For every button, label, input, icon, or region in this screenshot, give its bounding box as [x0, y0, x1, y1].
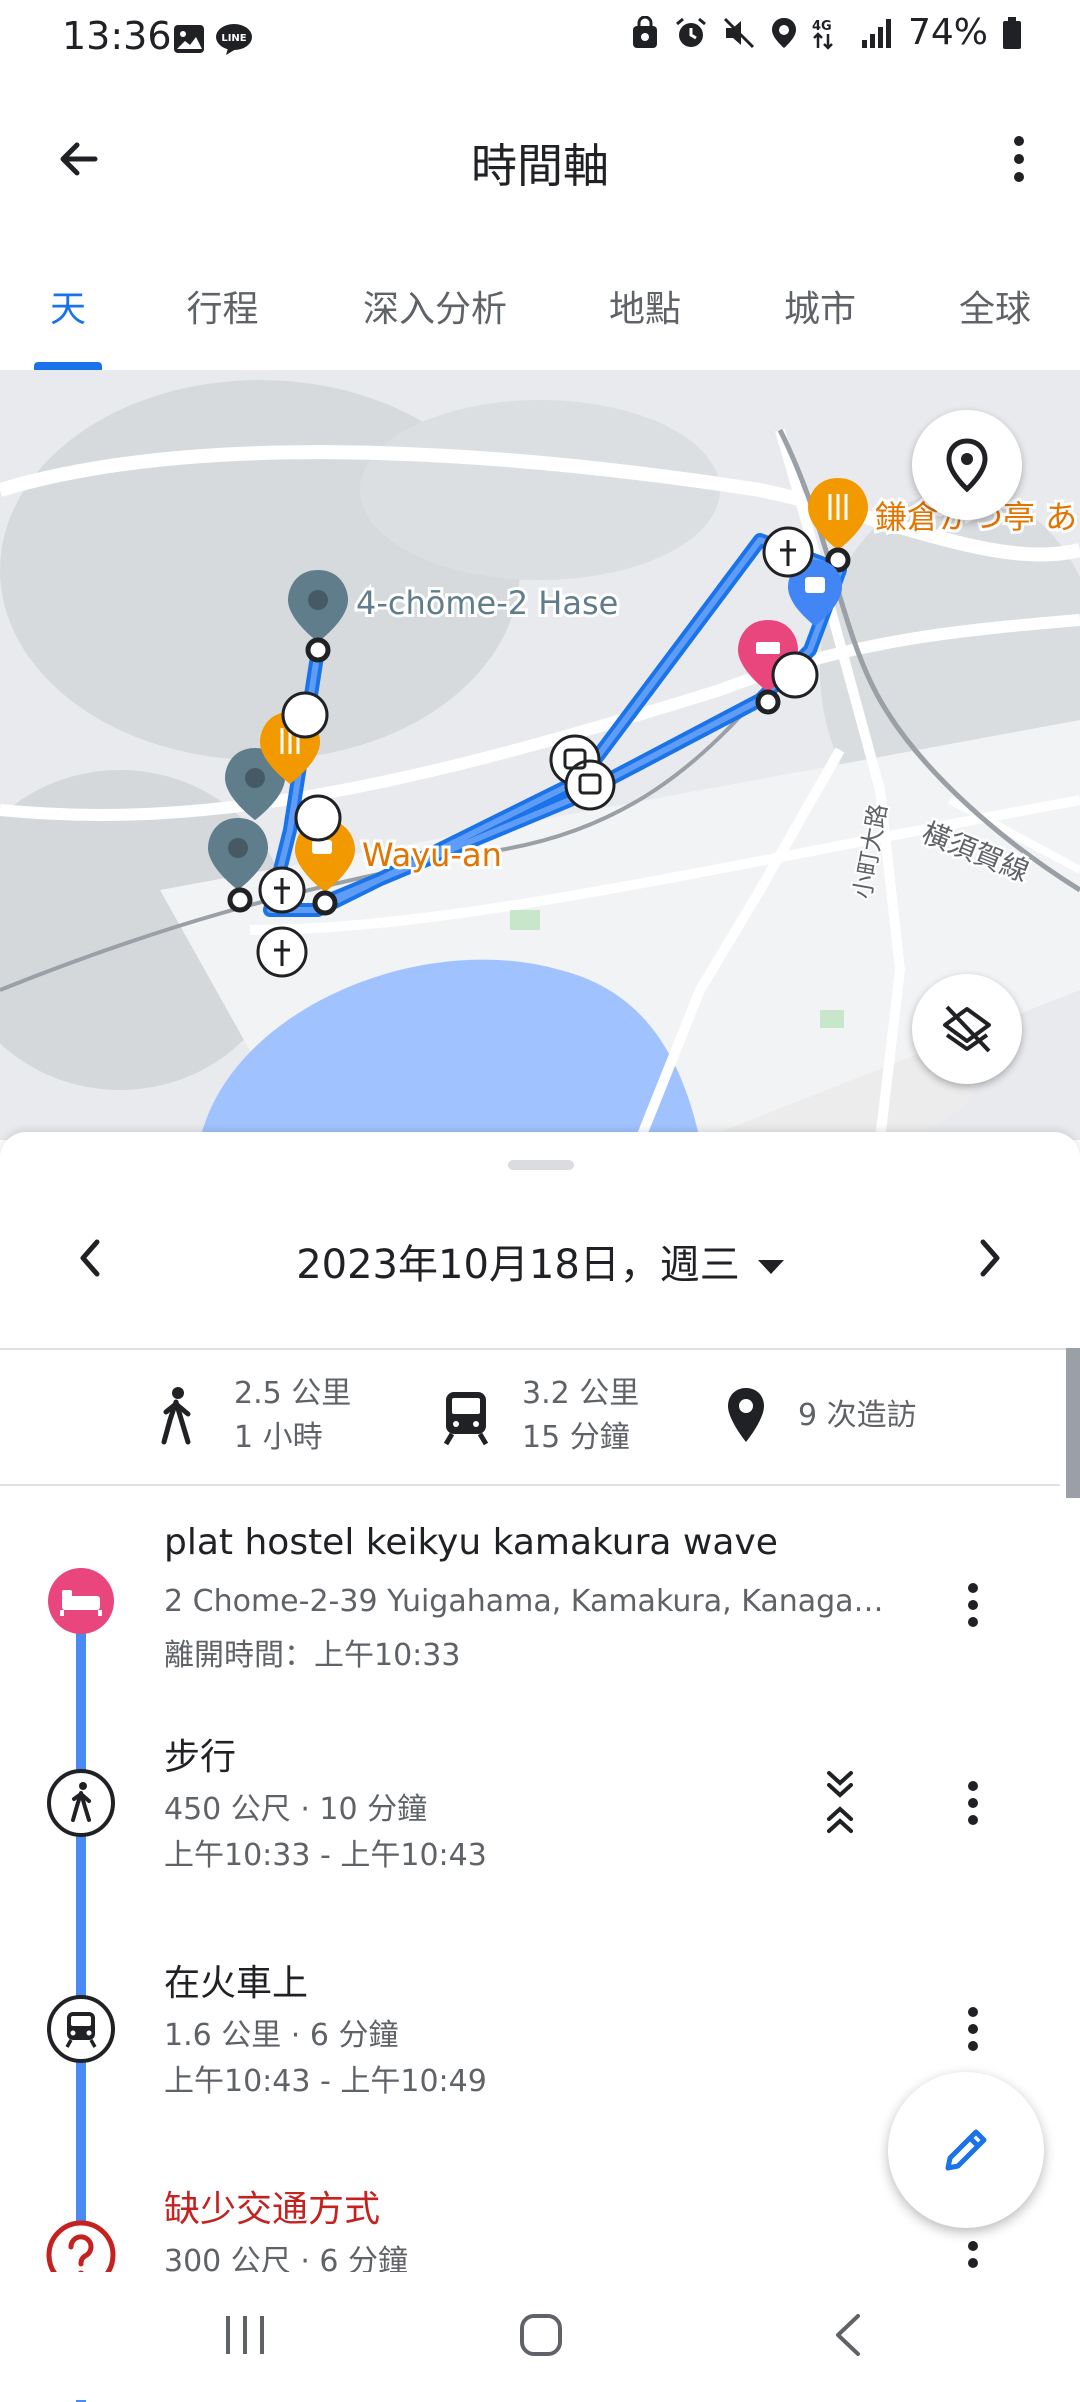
visit-count: 9 次造訪 [798, 1398, 917, 1433]
divider [0, 1484, 1060, 1486]
back-button[interactable] [44, 124, 114, 194]
app-bar: 時間軸 [0, 80, 1080, 230]
arrow-back-icon [60, 142, 98, 176]
battery-percent: 74% [907, 12, 988, 53]
map-label-wayuan: Wayu-an [362, 836, 502, 874]
next-day-button[interactable] [960, 1228, 1020, 1288]
recent-apps-icon[interactable] [222, 2312, 268, 2358]
divider [0, 1348, 1080, 1350]
item-time-range: 上午10:33 - 上午10:43 [164, 1838, 487, 1873]
mute-icon [723, 17, 755, 48]
date-selector[interactable]: 2023年10月18日，週三 [0, 1232, 1080, 1290]
item-distance-duration: 450 公尺 · 10 分鐘 [164, 1792, 428, 1827]
chevron-right-icon [980, 1239, 1000, 1277]
svg-text:4G: 4G [812, 19, 832, 34]
question-icon [46, 2220, 116, 2272]
more-options-button[interactable] [984, 124, 1054, 194]
battery-icon [1003, 16, 1021, 49]
page-title: 時間軸 [471, 139, 609, 193]
tab-world[interactable]: 全球 [945, 280, 1045, 332]
location-button[interactable] [912, 410, 1022, 520]
walk-time: 1 小時 [234, 1420, 323, 1455]
train-time: 15 分鐘 [522, 1420, 630, 1455]
hotel-icon [48, 1568, 114, 1634]
item-title: 缺少交通方式 [164, 2189, 381, 2230]
item-departure: 離開時間：上午10:33 [164, 1638, 461, 1673]
item-address: 2 Chome-2-39 Yuigahama, Kamakura, Kanaga… [164, 1584, 884, 1619]
layers-toggle-button[interactable] [912, 974, 1022, 1084]
date-text: 2023年10月18日，週三 [296, 1242, 740, 1288]
tab-places[interactable]: 地點 [595, 280, 695, 332]
status-right: 4G 74% [630, 12, 1022, 53]
dropdown-icon [757, 1260, 784, 1274]
expand-collapse-button[interactable] [812, 1764, 868, 1840]
more-vert-icon [968, 2241, 978, 2268]
unfold-icon [827, 1771, 853, 1833]
layers-off-icon [943, 1005, 991, 1053]
tab-cities[interactable]: 城市 [770, 280, 870, 332]
chevron-left-icon [80, 1239, 100, 1277]
home-icon[interactable] [518, 2312, 564, 2358]
item-more-button[interactable] [948, 1768, 998, 1838]
tab-insights[interactable]: 深入分析 [350, 280, 520, 332]
item-more-button[interactable] [948, 2228, 998, 2272]
location-status-icon [771, 17, 796, 48]
back-nav-icon[interactable] [826, 2312, 872, 2358]
item-more-button[interactable] [948, 1994, 998, 2064]
train-distance: 3.2 公里 [522, 1376, 640, 1411]
train-icon [47, 1995, 115, 2063]
line-app-icon: LINE [216, 24, 252, 55]
pencil-icon [945, 2129, 987, 2171]
location-pin-icon [728, 1388, 764, 1442]
more-vert-icon [968, 1781, 978, 1825]
walk-distance: 2.5 公里 [234, 1376, 352, 1411]
map-view[interactable]: 4-chōme-2 Hase Wayu-an 鎌倉かつ亭 あ 橫須賀線 小町大路 [0, 370, 1080, 1140]
network-4g-icon: 4G [812, 19, 833, 50]
timeline-item-walk[interactable]: 步行 450 公尺 · 10 分鐘 上午10:33 - 上午10:43 [0, 1712, 1060, 1892]
item-title: plat hostel keikyu kamakura wave [164, 1522, 778, 1563]
more-vert-icon [968, 2007, 978, 2051]
system-nav-bar [0, 2272, 1080, 2400]
gallery-icon [174, 25, 204, 53]
item-title: 在火車上 [164, 1963, 309, 2004]
edit-button[interactable] [888, 2072, 1044, 2228]
alarm-icon [676, 17, 706, 47]
tab-indicator [34, 362, 102, 370]
tab-trips[interactable]: 行程 [165, 280, 280, 332]
tab-bar: 天 行程 深入分析 地點 城市 全球 [0, 240, 1080, 370]
scrollbar[interactable] [1066, 1348, 1080, 1498]
place-marker-icon [946, 438, 988, 493]
item-title: 步行 [164, 1737, 237, 1778]
item-time-range: 上午10:43 - 上午10:49 [164, 2064, 487, 2099]
drag-handle[interactable] [508, 1160, 574, 1170]
signal-icon [861, 18, 891, 48]
previous-day-button[interactable] [60, 1228, 120, 1288]
svg-text:LINE: LINE [221, 33, 246, 44]
tab-day[interactable]: 天 [34, 280, 102, 332]
item-distance-duration: 1.6 公里 · 6 分鐘 [164, 2018, 399, 2053]
lock-bag-icon [632, 15, 657, 48]
timeline-item-place[interactable]: plat hostel keikyu kamakura wave 2 Chome… [0, 1512, 1060, 1692]
map-label-hase: 4-chōme-2 Hase [356, 584, 618, 622]
walking-icon [47, 1769, 115, 1837]
walking-icon [161, 1387, 191, 1445]
more-vert-icon [968, 1583, 978, 1627]
item-distance-duration: 300 公尺 · 6 分鐘 [164, 2244, 409, 2272]
item-more-button[interactable] [948, 1570, 998, 1640]
train-icon [443, 1392, 489, 1446]
status-time: 13:36 [62, 14, 172, 58]
status-bar: 13:36 LINE 4G 74% [0, 0, 1080, 80]
more-vert-icon [1014, 136, 1024, 182]
timeline-item-train[interactable]: 在火車上 1.6 公里 · 6 分鐘 上午10:43 - 上午10:49 [0, 1938, 1060, 2118]
